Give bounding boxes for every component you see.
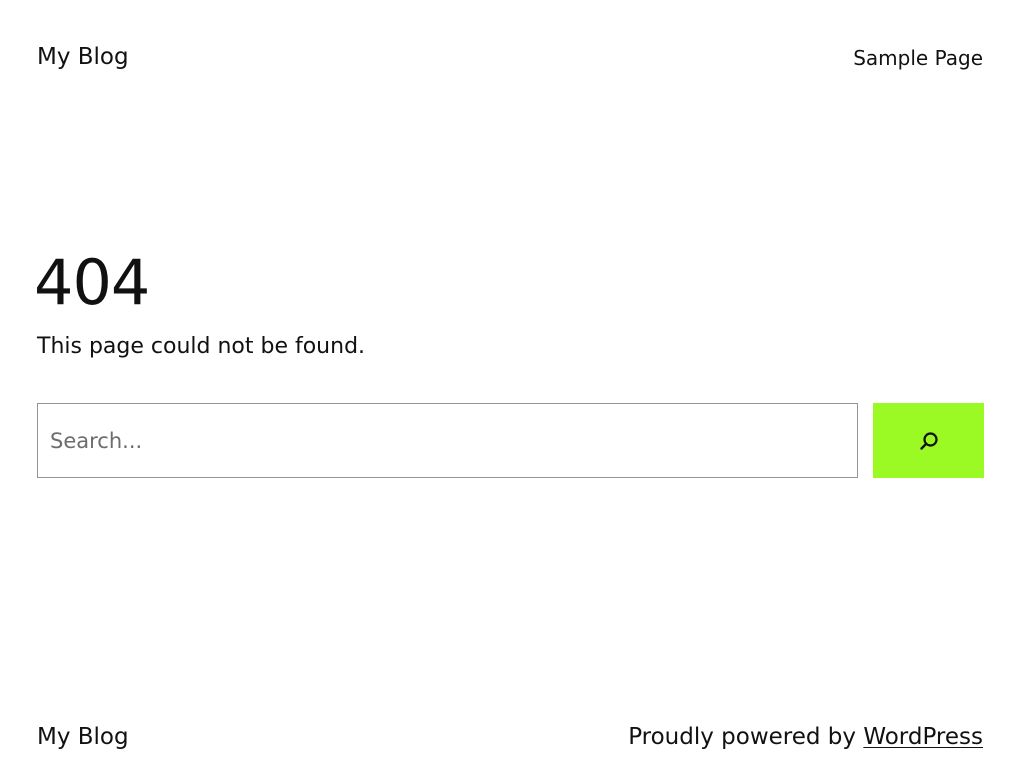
page-title: 404 [34, 246, 150, 319]
footer-credit: Proudly powered by WordPress [628, 721, 983, 753]
error-message: This page could not be found. [37, 334, 366, 359]
footer-site-title-link[interactable]: My Blog [37, 721, 129, 753]
nav-item-sample-page[interactable]: Sample Page [853, 44, 983, 72]
site-title-link[interactable]: My Blog [37, 41, 129, 73]
wordpress-link[interactable]: WordPress [863, 724, 983, 750]
search-input[interactable] [37, 403, 858, 478]
page: My Blog Sample Page 404 This page could … [0, 0, 1024, 766]
footer-credit-text: Proudly powered by [628, 724, 857, 750]
search-button[interactable] [873, 403, 984, 478]
search-icon [917, 429, 941, 453]
